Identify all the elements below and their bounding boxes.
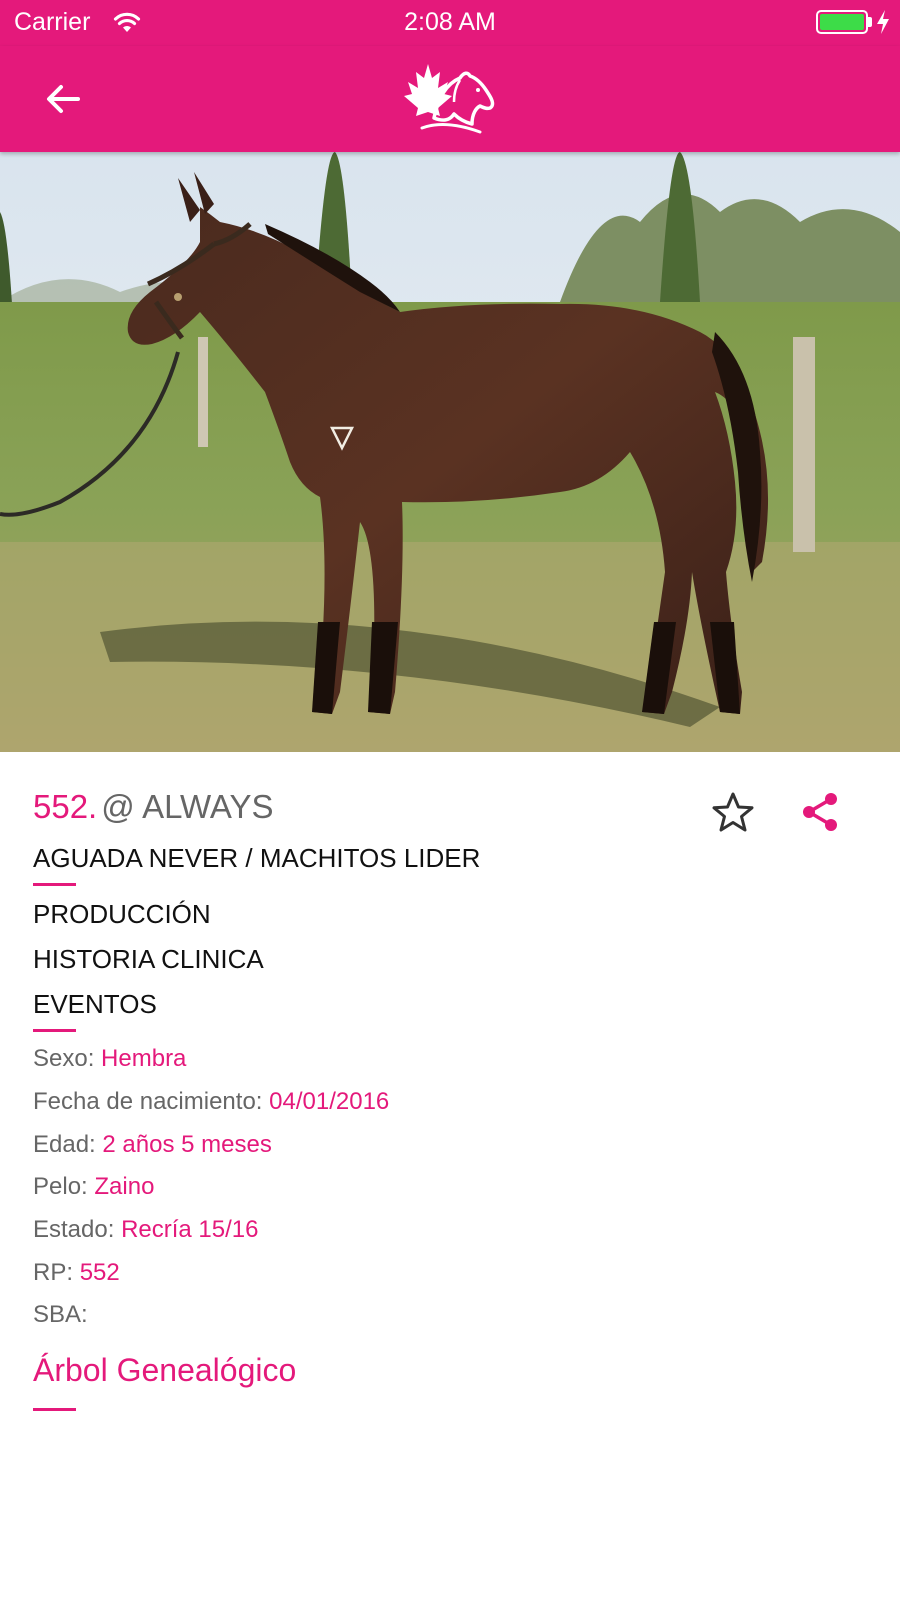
field-pelo: Pelo: Zaino xyxy=(33,1173,154,1201)
field-rp: RP: 552 xyxy=(33,1259,120,1287)
link-eventos[interactable]: EVENTOS xyxy=(33,989,157,1020)
field-value: 2 años 5 meses xyxy=(102,1131,272,1158)
field-label: Estado: xyxy=(33,1216,115,1243)
field-value: Zaino xyxy=(94,1173,155,1200)
app-bar xyxy=(0,46,900,152)
field-fecha-nacimiento: Fecha de nacimiento: 04/01/2016 xyxy=(33,1088,389,1116)
field-label: SBA: xyxy=(33,1301,88,1328)
horse-name: @ ALWAYS xyxy=(101,788,274,825)
field-label: Fecha de nacimiento: xyxy=(33,1088,263,1115)
field-value: 04/01/2016 xyxy=(269,1088,390,1115)
battery-tip xyxy=(868,17,872,27)
clock: 2:08 AM xyxy=(404,8,496,36)
pedigree-title[interactable]: Árbol Genealógico xyxy=(33,1352,296,1389)
field-label: RP: xyxy=(33,1259,74,1286)
divider xyxy=(33,1029,76,1032)
field-value: 552 xyxy=(79,1259,120,1286)
status-bar: Carrier 2:08 AM xyxy=(0,0,900,46)
arrow-left-icon[interactable] xyxy=(40,76,86,122)
field-value: Recría 15/16 xyxy=(121,1216,259,1243)
logo-icon xyxy=(404,64,495,134)
horse-title: 552. @ ALWAYS xyxy=(33,788,274,828)
field-sexo: Sexo: Hembra xyxy=(33,1045,186,1073)
field-estado: Estado: Recría 15/16 xyxy=(33,1216,258,1244)
field-sba: SBA: xyxy=(33,1301,88,1329)
divider xyxy=(33,883,76,886)
battery-icon xyxy=(816,10,868,34)
link-historia-clinica[interactable]: HISTORIA CLINICA xyxy=(33,944,264,975)
field-value: Hembra xyxy=(101,1045,187,1072)
bolt-icon xyxy=(877,10,889,34)
star-outline-icon[interactable] xyxy=(708,788,758,838)
field-label: Sexo: xyxy=(33,1045,95,1072)
field-label: Edad: xyxy=(33,1131,96,1158)
horse-number: 552. xyxy=(33,788,98,825)
divider xyxy=(33,1408,76,1411)
horse-parents: AGUADA NEVER / MACHITOS LIDER xyxy=(33,843,481,873)
link-produccion[interactable]: PRODUCCIÓN xyxy=(33,899,211,930)
field-label: Pelo: xyxy=(33,1173,88,1200)
share-icon[interactable] xyxy=(795,788,845,838)
horse-photo xyxy=(0,152,900,752)
field-edad: Edad: 2 años 5 meses xyxy=(33,1131,272,1159)
